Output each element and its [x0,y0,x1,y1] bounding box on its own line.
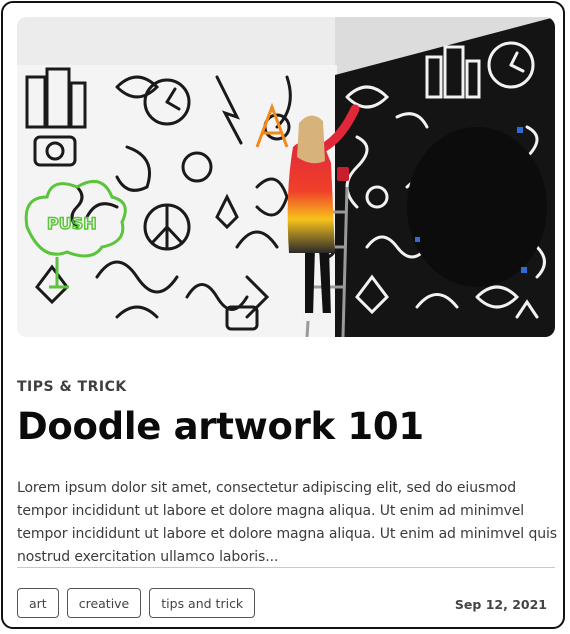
tag-list: art creative tips and trick [17,588,256,618]
post-excerpt: Lorem ipsum dolor sit amet, consectetur … [17,480,557,565]
tag-art[interactable]: art [17,588,59,618]
mural-illustration: PUSH [17,17,555,337]
post-date: Sep 12, 2021 [454,597,547,612]
post-category: TIPS & TRICK [17,379,127,395]
tag-creative[interactable]: creative [66,588,142,618]
tag-tips-and-trick[interactable]: tips and trick [149,588,256,618]
post-title[interactable]: Doodle artwork 101 [17,405,424,448]
svg-text:PUSH: PUSH [47,214,97,233]
hero-image: PUSH [17,17,555,337]
divider [17,567,555,568]
blog-post-card[interactable]: PUSH TIPS & TRICK Doodle artwork 101 Lor… [1,1,565,629]
